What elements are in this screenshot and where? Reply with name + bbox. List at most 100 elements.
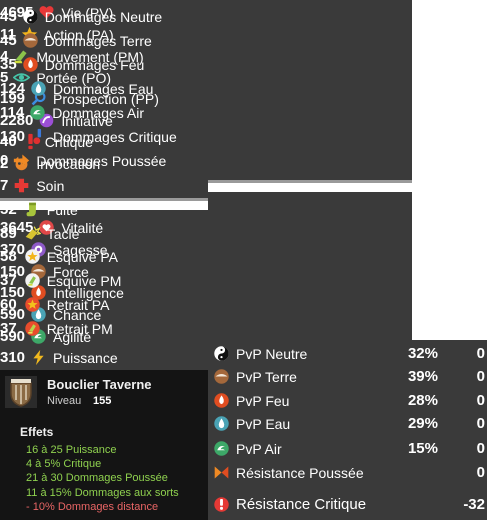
resistance-row-neutre[interactable]: PvP Neutre	[208, 343, 346, 364]
damage-row-terre[interactable]: 45 Dommages Terre	[0, 30, 152, 51]
stat-row-soin[interactable]: 7 Soin	[0, 175, 64, 196]
item-level-value: 155	[93, 395, 112, 407]
shield-icon	[5, 376, 37, 408]
misc-label: Tacle	[46, 225, 80, 242]
stat-label: Soin	[36, 177, 65, 194]
misc-row-esquive-pa[interactable]: 58 Esquive PA	[0, 246, 118, 267]
damage-panel	[208, 0, 412, 180]
stat-label: Puissance	[53, 349, 118, 366]
push-resistance-icon	[213, 464, 230, 481]
stat-value: 7	[0, 177, 9, 194]
misc-row-esquive-pm[interactable]: 37 Esquive PM	[0, 270, 121, 291]
effect-line: - 10% Dommages distance	[26, 501, 158, 513]
resistance-percent: 15%	[407, 440, 438, 457]
misc-label: Esquive PM	[46, 272, 122, 289]
damage-row-poussee[interactable]: 0 Dommages Poussée	[0, 150, 166, 171]
neutral-icon	[22, 8, 39, 25]
resistance-row-eau[interactable]: PvP Eau	[208, 413, 346, 434]
damage-label: Dommages Eau	[53, 80, 154, 97]
misc-value: 37	[0, 320, 17, 337]
resistance-row-poussee[interactable]: Résistance Poussée	[208, 462, 364, 483]
damage-label: Dommages Terre	[44, 32, 152, 49]
misc-value: 60	[0, 296, 17, 313]
effects-title: Effets	[20, 425, 54, 439]
lightning-icon	[30, 349, 47, 366]
effect-text: Dommages distance	[57, 501, 159, 513]
misc-label: Retrait PM	[46, 320, 113, 337]
resistance-fixed: -32	[463, 496, 485, 513]
tackle-icon	[24, 225, 41, 242]
resistance-percent: 32%	[407, 345, 438, 362]
resistance-row-terre[interactable]: PvP Terre	[208, 366, 346, 387]
damage-row-eau[interactable]: 124 Dommages Eau	[0, 78, 153, 99]
damage-label: Dommages Neutre	[44, 8, 163, 25]
water-icon	[30, 80, 47, 97]
critical-resistance-icon	[213, 496, 230, 513]
stat-value: 310	[0, 349, 26, 366]
fire-icon	[213, 392, 230, 409]
misc-row-retrait-pm[interactable]: 37 Retrait PM	[0, 318, 113, 339]
effect-text: Critique	[63, 458, 102, 470]
resistance-label: Résistance Poussée	[236, 464, 364, 481]
stat-row-puissance[interactable]: 310 Puissance	[0, 347, 118, 368]
push-arrow-icon	[13, 152, 30, 169]
resistance-label: Résistance Critique	[236, 496, 367, 513]
reduce-pm-icon	[24, 320, 41, 337]
misc-label: Retrait PA	[46, 296, 110, 313]
misc-row-fuite[interactable]: 52 Fuite	[0, 199, 78, 220]
damage-value: 130	[0, 128, 26, 145]
resistance-fixed: 0	[476, 464, 485, 481]
resistance-fixed: 0	[476, 440, 485, 457]
reduce-pa-icon	[24, 296, 41, 313]
resistance-row-critique[interactable]: Résistance Critique	[208, 494, 366, 515]
effect-range: - 10%	[26, 501, 55, 513]
resistance-percent: 28%	[407, 392, 438, 409]
effect-range: 4 à 5%	[26, 458, 61, 470]
air-icon	[29, 104, 46, 121]
misc-stats-panel	[208, 192, 412, 340]
effect-text: Dommages aux sorts	[74, 487, 179, 499]
effect-line: 11 à 15% Dommages aux sorts	[26, 487, 179, 499]
misc-row-tacle[interactable]: 89 Tacle	[0, 223, 79, 244]
resistance-label: PvP Neutre	[236, 345, 308, 362]
resistance-row-feu[interactable]: PvP Feu	[208, 390, 346, 411]
damage-label: Dommages Poussée	[36, 152, 167, 169]
effect-range: 21 à 30	[26, 472, 63, 484]
air-icon	[213, 440, 230, 457]
escape-icon	[24, 201, 41, 218]
damage-value: 0	[0, 152, 9, 169]
damage-row-feu[interactable]: 35 Dommages Feu	[0, 54, 144, 75]
item-name: Bouclier Taverne	[47, 377, 152, 392]
damage-value: 45	[0, 32, 17, 49]
misc-label: Esquive PA	[46, 248, 119, 265]
effect-line: 4 à 5% Critique	[26, 458, 101, 470]
resistance-label: PvP Feu	[236, 392, 290, 409]
damage-value: 124	[0, 80, 26, 97]
damage-row-neutre[interactable]: 45 Dommages Neutre	[0, 6, 162, 27]
cross-icon	[13, 177, 30, 194]
misc-row-retrait-pa[interactable]: 60 Retrait PA	[0, 294, 109, 315]
effect-range: 16 à 25	[26, 444, 63, 456]
resistance-label: PvP Eau	[236, 415, 291, 432]
effect-text: Puissance	[65, 444, 117, 456]
effect-line: 21 à 30 Dommages Poussée	[26, 472, 168, 484]
earth-icon	[213, 368, 230, 385]
damage-row-air[interactable]: 114 Dommages Air	[0, 102, 144, 123]
resistance-percent: 29%	[407, 415, 438, 432]
effect-range: 11 à 15%	[26, 487, 72, 499]
resistance-label: PvP Terre	[236, 368, 297, 385]
effect-line: 16 à 25 Puissance	[26, 444, 117, 456]
damage-label: Dommages Air	[52, 104, 145, 121]
damage-row-critique[interactable]: 130 Dommages Critique	[0, 126, 177, 147]
damage-value: 114	[0, 104, 25, 121]
neutral-icon	[213, 345, 230, 362]
resistance-row-air[interactable]: PvP Air	[208, 438, 346, 459]
fire-icon	[22, 56, 39, 73]
damage-label: Dommages Critique	[53, 128, 177, 145]
misc-value: 37	[0, 272, 17, 289]
resistance-percent: 39%	[407, 368, 438, 385]
critical-damage-icon	[30, 128, 47, 145]
resistance-fixed: 0	[476, 392, 485, 409]
resistance-fixed: 0	[476, 368, 485, 385]
damage-value: 35	[0, 56, 17, 73]
